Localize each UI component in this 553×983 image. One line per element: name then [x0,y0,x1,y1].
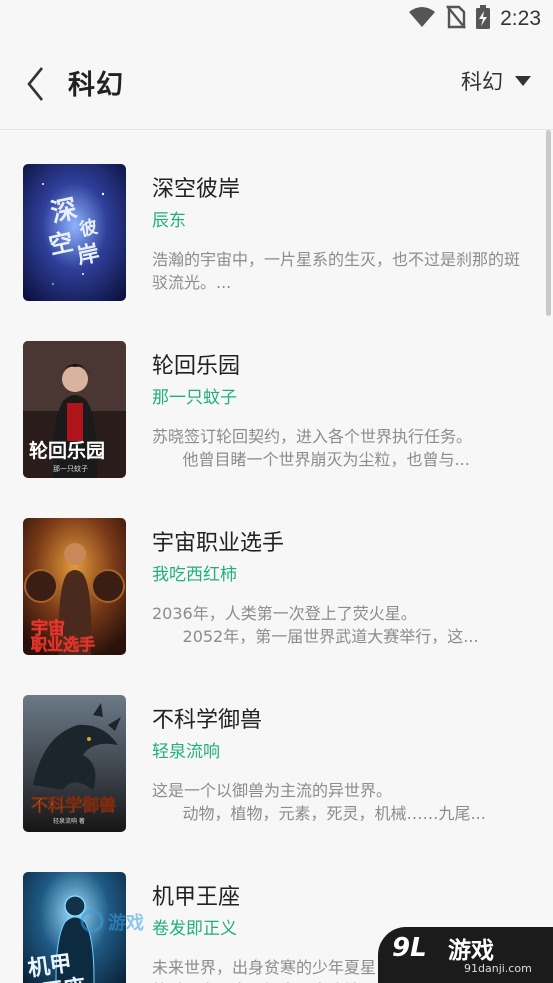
no-sim-icon [446,5,467,33]
watermark-logo: 9L 游戏 91danji.com [378,927,553,983]
book-item[interactable]: 深 彼 空 岸 深空彼岸 辰东 浩瀚的宇宙中，一片星系的生灭，也不过是刹那的斑驳… [0,131,553,308]
book-author[interactable]: 那一只蚊子 [152,383,237,408]
book-cover[interactable]: 深 彼 空 岸 [23,164,126,301]
watermark-brand: 游戏 [448,938,494,964]
book-author[interactable]: 辰东 [152,206,186,231]
status-time: 2:23 [500,7,541,30]
svg-text:职业选手: 职业选手 [31,635,95,654]
svg-text:不科学御兽: 不科学御兽 [31,795,116,816]
book-list: 深 彼 空 岸 深空彼岸 辰东 浩瀚的宇宙中，一片星系的生灭，也不过是刹那的斑驳… [0,131,553,983]
book-description: 苏晓签订轮回契约，进入各个世界执行任务。 他曾目睹一个世界崩灭为尘粒，也曾与..… [152,427,473,469]
book-item[interactable]: 宇宙 职业选手 宇宙职业选手 我吃西红柿 2036年，人类第一次登上了荧火星。 … [0,485,553,662]
book-title: 不科学御兽 [152,708,263,733]
status-icons: 2:23 [408,5,541,33]
status-bar: 2:23 [0,0,553,38]
watermark-logo-number: 9L [392,933,427,961]
caret-down-icon [515,76,531,86]
chevron-left-icon [27,67,44,101]
wifi-icon [408,6,436,32]
book-cover[interactable]: 不科学御兽 轻泉流响 著 [23,695,126,832]
svg-text:轻泉流响 著: 轻泉流响 著 [53,817,85,825]
watermark-small: 游戏 [80,905,170,941]
battery-charging-icon [476,5,491,33]
book-description: 这是一个以御兽为主流的异世界。 动物，植物，元素，死灵，机械……九尾... [152,781,486,823]
watermark-logo-mark: 9L [392,933,427,961]
book-title: 深空彼岸 [152,177,241,202]
page-title: 科幻 [68,70,124,101]
watermark-small-text: 游戏 [108,912,144,934]
book-description: 浩瀚的宇宙中，一片星系的生灭，也不过是刹那的斑驳流光。... [152,250,521,292]
book-author[interactable]: 我吃西红柿 [152,560,237,585]
category-label: 科幻 [461,70,503,94]
book-author[interactable]: 轻泉流响 [152,737,220,762]
book-description: 2036年，人类第一次登上了荧火星。 2052年，第一届世界武道大赛举行，这..… [152,604,479,646]
book-cover[interactable]: 轮回乐园 那一只蚊子 [23,341,126,478]
scrollbar[interactable] [546,130,551,316]
book-cover[interactable]: 宇宙 职业选手 [23,518,126,655]
back-button[interactable] [18,62,58,106]
book-item[interactable]: 轮回乐园 那一只蚊子 轮回乐园 那一只蚊子 苏晓签订轮回契约，进入各个世界执行任… [0,308,553,485]
watermark-url: 91danji.com [464,962,532,975]
svg-text:轮回乐园: 轮回乐园 [29,439,105,462]
book-item[interactable]: 不科学御兽 轻泉流响 著 不科学御兽 轻泉流响 这是一个以御兽为主流的异世界。 … [0,662,553,839]
book-title: 宇宙职业选手 [152,531,285,556]
svg-text:那一只蚊子: 那一只蚊子 [53,464,88,473]
app-header: 科幻 科幻 [0,38,553,130]
category-dropdown[interactable]: 科幻 [461,66,531,96]
book-title: 轮回乐园 [152,354,241,379]
